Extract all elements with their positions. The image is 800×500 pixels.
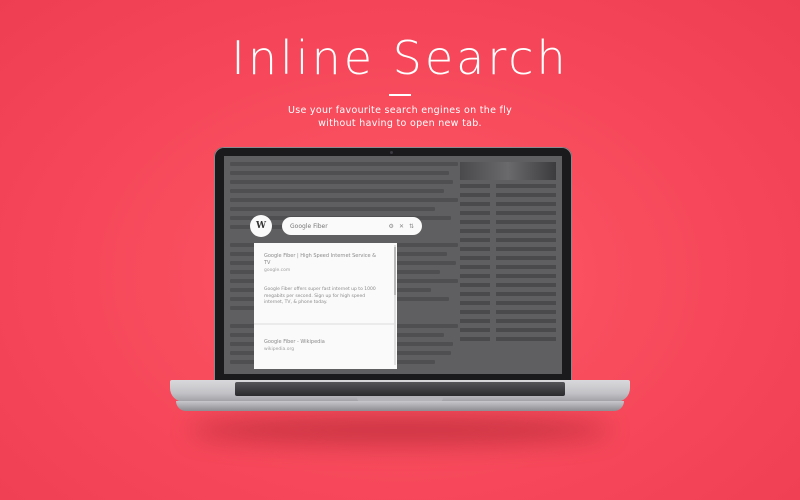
infobox-key: [460, 193, 490, 197]
infobox-key: [460, 211, 490, 215]
infobox-value: [496, 283, 556, 287]
infobox-value: [496, 256, 556, 260]
infobox-key: [460, 265, 490, 269]
infobox-key: [460, 328, 490, 332]
laptop-keyboard-edge: [235, 382, 565, 396]
infobox-key: [460, 301, 490, 305]
infobox-row: [460, 301, 556, 305]
blurred-text-line: [230, 162, 458, 166]
infobox-row: [460, 292, 556, 296]
hero-subtitle: Use your favourite search engines on the…: [0, 104, 800, 130]
settings-icon[interactable]: ⇅: [409, 223, 414, 230]
infobox-value: [496, 265, 556, 269]
infobox-key: [460, 274, 490, 278]
infobox-row: [460, 211, 556, 215]
scrollbar-thumb[interactable]: [394, 247, 396, 295]
laptop-shadow: [190, 415, 610, 445]
infobox-value: [496, 211, 556, 215]
result-item[interactable]: Google Fiber | High Speed Internet Servi…: [264, 253, 384, 307]
infobox-key: [460, 256, 490, 260]
infobox-value: [496, 247, 556, 251]
infobox-value: [496, 238, 556, 242]
infobox-key: [460, 337, 490, 341]
close-icon[interactable]: ✕: [399, 223, 404, 230]
infobox-value: [496, 319, 556, 323]
laptop-lid: W ⚙ ✕ ⇅ Google Fiber | High Speed Intern…: [214, 147, 572, 382]
infobox-key: [460, 310, 490, 314]
infobox-row: [460, 238, 556, 242]
infobox-row: [460, 328, 556, 332]
blurred-text-line: [230, 198, 458, 202]
infobox-value: [496, 229, 556, 233]
infobox-key: [460, 292, 490, 296]
infobox-value: [496, 328, 556, 332]
infobox-key: [460, 229, 490, 233]
infobox-row: [460, 274, 556, 278]
infobox-row: [460, 283, 556, 287]
result-title[interactable]: Google Fiber - Wikipedia: [264, 339, 384, 346]
hero-title: Inline Search: [231, 31, 569, 85]
infobox-image: [460, 162, 556, 180]
camera-dot: [390, 151, 393, 154]
blurred-text-line: [230, 189, 445, 193]
result-title[interactable]: Google Fiber | High Speed Internet Servi…: [264, 253, 384, 267]
extension-logo[interactable]: W: [250, 215, 272, 237]
result-item[interactable]: Google Fiber - Wikipedia wikipedia.org: [264, 339, 384, 353]
infobox-value: [496, 220, 556, 224]
infobox-key: [460, 184, 490, 188]
subtitle-line-1: Use your favourite search engines on the…: [287, 105, 513, 116]
blurred-text-line: [230, 180, 454, 184]
result-divider: [254, 323, 394, 325]
infobox-key: [460, 238, 490, 242]
infobox-key: [460, 220, 490, 224]
laptop-base-bottom: [176, 401, 624, 411]
infobox-value: [496, 274, 556, 278]
infobox-row: [460, 247, 556, 251]
infobox-row: [460, 319, 556, 323]
infobox-row: [460, 202, 556, 206]
infobox-value: [496, 310, 556, 314]
result-url: wikipedia.org: [264, 347, 295, 352]
result-snippet: Google Fiber offers super fast internet …: [264, 287, 376, 305]
infobox-row: [460, 229, 556, 233]
infobox-blurred: [460, 162, 556, 346]
infobox-row: [460, 184, 556, 188]
subtitle-line-2: without having to open new tab.: [318, 118, 482, 129]
result-url: google.com: [264, 268, 291, 273]
infobox-value: [496, 292, 556, 296]
infobox-value: [496, 202, 556, 206]
infobox-value: [496, 337, 556, 341]
blurred-text-line: [230, 171, 449, 175]
search-bar[interactable]: ⚙ ✕ ⇅: [282, 217, 422, 235]
title-underline: [389, 94, 411, 96]
infobox-row: [460, 193, 556, 197]
infobox-row: [460, 256, 556, 260]
laptop-screen: W ⚙ ✕ ⇅ Google Fiber | High Speed Intern…: [224, 156, 562, 374]
search-input[interactable]: [290, 222, 384, 230]
infobox-row: [460, 337, 556, 341]
blurred-text-line: [230, 207, 436, 211]
infobox-key: [460, 247, 490, 251]
infobox-key: [460, 319, 490, 323]
infobox-value: [496, 184, 556, 188]
infobox-value: [496, 193, 556, 197]
infobox-key: [460, 283, 490, 287]
infobox-row: [460, 310, 556, 314]
results-panel: Google Fiber | High Speed Internet Servi…: [254, 243, 397, 369]
gear-icon[interactable]: ⚙: [389, 223, 394, 230]
infobox-row: [460, 220, 556, 224]
infobox-row: [460, 265, 556, 269]
infobox-value: [496, 301, 556, 305]
infobox-key: [460, 202, 490, 206]
